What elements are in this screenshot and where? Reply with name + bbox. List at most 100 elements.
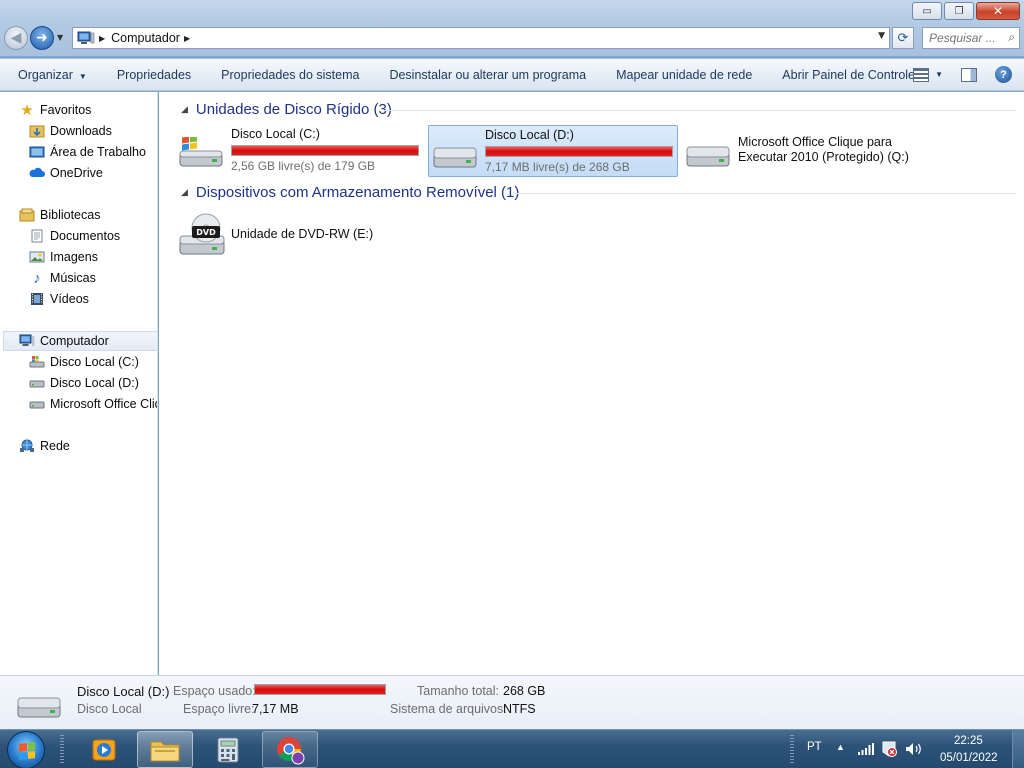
search-box[interactable]: ⌕ [922, 27, 1020, 49]
drive-d-name: Disco Local (D:) [485, 128, 574, 142]
tray-grip[interactable] [790, 735, 794, 765]
removable-group-header[interactable]: ◢ Dispositivos com Armazenamento Removív… [181, 184, 519, 201]
dvd-drive-icon: DVD [179, 213, 225, 255]
nav-drive-c-label: Disco Local (C:) [50, 355, 139, 369]
change-view-button[interactable]: ▼ [913, 67, 943, 82]
media-player-icon [92, 739, 116, 760]
properties-button[interactable]: Propriedades [117, 68, 191, 82]
search-icon[interactable]: ⌕ [1008, 30, 1015, 45]
clock-time[interactable]: 22:25 [954, 735, 983, 747]
preview-pane-icon[interactable] [961, 67, 977, 82]
nav-drive-q-label: Microsoft Office Clique para Executar 20… [50, 397, 157, 411]
clock-date[interactable]: 05/01/2022 [940, 752, 998, 764]
close-button[interactable]: ✕ [976, 2, 1020, 20]
nav-drive-c[interactable]: Disco Local (C:) [29, 352, 139, 372]
windows-logo-icon [19, 742, 35, 760]
address-dropdown-icon[interactable]: ▼ [878, 31, 885, 41]
minimize-button[interactable]: ▭ [912, 2, 942, 20]
system-properties-button[interactable]: Propriedades do sistema [221, 68, 359, 82]
nav-desktop[interactable]: Área de Trabalho [29, 142, 146, 162]
details-total-value: 268 GB [503, 684, 546, 698]
nav-images[interactable]: Imagens [29, 247, 98, 267]
breadcrumb-computer[interactable]: Computador [111, 31, 180, 45]
details-fs-value: NTFS [503, 702, 536, 716]
details-pane: Disco Local (D:) Disco Local Espaço usad… [0, 675, 1024, 729]
nav-drive-d[interactable]: Disco Local (D:) [29, 373, 139, 393]
refresh-button[interactable]: ⟳ [892, 27, 914, 49]
nav-network-label: Rede [40, 439, 70, 453]
details-free-label: Espaço livre: [183, 702, 255, 716]
hard-drive-icon [433, 147, 477, 168]
uninstall-program-button[interactable]: Desinstalar ou alterar um programa [389, 68, 586, 82]
cloud-icon [29, 166, 45, 180]
action-center-icon[interactable] [880, 740, 898, 758]
nav-videos[interactable]: Vídeos [29, 289, 89, 309]
view-icon [913, 67, 930, 82]
navigation-pane: ★ Favoritos Downloads Área de Trabalho O… [0, 92, 158, 675]
maximize-button[interactable]: ❐ [944, 2, 974, 20]
media-player-button[interactable] [76, 731, 132, 768]
taskbar-grip[interactable] [60, 735, 64, 765]
drive-c-tile[interactable]: Disco Local (C:) 2,56 GB livre(s) de 179… [175, 125, 425, 177]
nav-libraries-label: Bibliotecas [40, 208, 101, 222]
computer-icon [19, 334, 35, 348]
recent-pages-dropdown[interactable]: ▼ [57, 33, 63, 42]
nav-computer[interactable]: Computador [3, 331, 157, 351]
documents-icon [29, 229, 45, 243]
nav-downloads-label: Downloads [50, 124, 112, 138]
nav-favorites[interactable]: ★ Favoritos [19, 100, 91, 120]
chrome-taskbar-button[interactable] [262, 731, 318, 768]
removable-header-label: Dispositivos com Armazenamento Removível… [195, 184, 520, 201]
windows-drive-icon [29, 355, 45, 369]
organize-menu[interactable]: Organizar ▼ [18, 68, 87, 82]
signal-bars-icon[interactable] [857, 742, 875, 756]
nav-favorites-label: Favoritos [40, 103, 92, 117]
nav-network[interactable]: Rede [19, 436, 70, 456]
search-input[interactable] [923, 28, 999, 48]
drive-d-tile[interactable]: Disco Local (D:) 7,17 MB livre(s) de 268… [428, 125, 678, 177]
open-control-panel-button[interactable]: Abrir Painel de Controle [782, 68, 915, 82]
nav-music[interactable]: ♪ Músicas [29, 268, 96, 288]
map-network-drive-button[interactable]: Mapear unidade de rede [616, 68, 752, 82]
details-total-label: Tamanho total: [417, 684, 499, 698]
nav-libraries[interactable]: Bibliotecas [19, 205, 100, 225]
breadcrumb-chevron-icon[interactable]: ▶ [184, 34, 190, 43]
nav-downloads[interactable]: Downloads [29, 121, 112, 141]
forward-button[interactable]: ➜ [30, 26, 54, 50]
command-bar: Organizar ▼ Propriedades Propriedades do … [0, 58, 1024, 91]
nav-onedrive[interactable]: OneDrive [29, 163, 103, 183]
drive-d-free-space: 7,17 MB livre(s) de 268 GB [485, 160, 630, 174]
start-button[interactable] [7, 731, 45, 768]
drive-c-name: Disco Local (C:) [231, 127, 320, 141]
hard-drive-icon [686, 146, 730, 167]
folder-icon [150, 741, 180, 761]
nav-documents[interactable]: Documentos [29, 226, 120, 246]
show-desktop-button[interactable] [1012, 730, 1024, 768]
chevron-down-icon: ▼ [78, 71, 87, 81]
nav-videos-label: Vídeos [50, 292, 89, 306]
details-free-value: 7,17 MB [252, 702, 299, 716]
content-pane: ◢ Unidades de Disco Rígido (3) Disco Loc… [159, 92, 1024, 675]
breadcrumb-separator-icon[interactable]: ▶ [99, 34, 105, 43]
address-bar[interactable]: ▶ Computador ▶ ▼ [72, 27, 890, 49]
details-usage-bar [254, 684, 386, 695]
nav-drive-q[interactable]: Microsoft Office Clique para Executar 20… [29, 394, 157, 414]
details-used-label: Espaço usado: [173, 684, 256, 698]
nav-documents-label: Documentos [50, 229, 121, 243]
organize-label: Organizar [18, 67, 73, 82]
volume-icon[interactable] [904, 741, 924, 757]
explorer-taskbar-button[interactable] [137, 731, 193, 768]
images-icon [29, 250, 45, 264]
network-icon [19, 439, 35, 453]
drive-q-tile[interactable]: Microsoft Office Clique para Executar 20… [682, 125, 922, 177]
desktop-icon [29, 145, 45, 159]
language-indicator[interactable]: PT [807, 741, 822, 753]
show-hidden-icons-button[interactable]: ▲ [836, 742, 845, 752]
toolbar-right-group: ▼ ? [913, 66, 1012, 83]
help-icon[interactable]: ? [995, 66, 1012, 83]
hard-disks-group-header[interactable]: ◢ Unidades de Disco Rígido (3) [181, 101, 392, 118]
calculator-button[interactable] [200, 731, 256, 768]
dvd-drive-tile[interactable]: DVD Unidade de DVD-RW (E:) [175, 208, 415, 260]
back-button[interactable]: ◀ [4, 26, 28, 50]
drive-d-usage-bar [485, 146, 673, 157]
